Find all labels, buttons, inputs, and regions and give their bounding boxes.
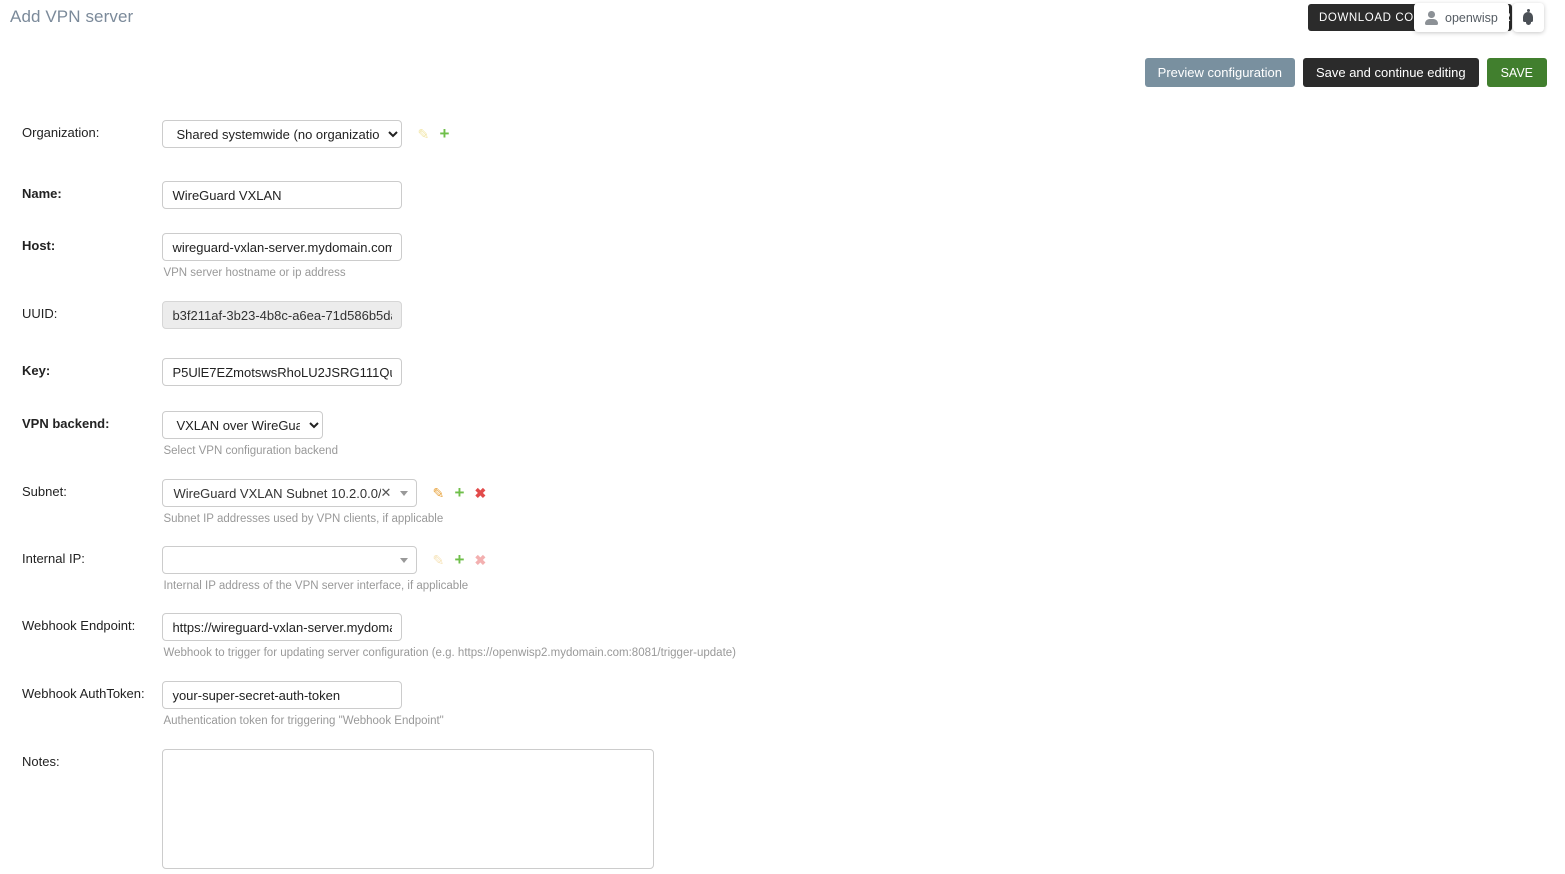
notes-textarea[interactable]: [162, 749, 655, 869]
uuid-input[interactable]: [162, 301, 403, 329]
plus-icon[interactable]: +: [453, 551, 466, 568]
host-input[interactable]: [162, 233, 403, 261]
internal-ip-select[interactable]: [162, 546, 418, 574]
pencil-icon: ✎: [432, 551, 445, 568]
vpn-backend-label: VPN backend:: [22, 416, 110, 431]
organization-actions: ✎ +: [417, 120, 451, 142]
internal-ip-help-text: Internal IP address of the VPN server in…: [163, 580, 469, 592]
internal-ip-label: Internal IP:: [22, 551, 85, 566]
webhook-endpoint-label: Webhook Endpoint:: [22, 618, 136, 633]
notes-label: Notes:: [22, 754, 60, 769]
key-label: Key:: [22, 363, 51, 378]
name-label: Name:: [22, 186, 62, 201]
form-row-subnet: Subnet: WireGuard VXLAN Subnet 10.2.0.0/…: [0, 479, 1565, 525]
form-row-organization: Organization: Shared systemwide (no orga…: [0, 120, 1565, 148]
form-actions: Preview configuration Save and continue …: [1144, 58, 1547, 87]
webhook-endpoint-input[interactable]: [162, 613, 403, 641]
save-button[interactable]: SAVE: [1486, 58, 1547, 87]
top-bar: Add VPN server DOWNLOAD CONFIGURATION RE…: [0, 0, 1565, 36]
page-title: Add VPN server: [10, 7, 134, 26]
vpn-backend-help-text: Select VPN configuration backend: [163, 445, 338, 457]
webhook-authtoken-label: Webhook AuthToken:: [22, 686, 145, 701]
subnet-selected-value: WireGuard VXLAN Subnet 10.2.0.0/16: [173, 485, 381, 501]
delete-icon: ✖: [474, 551, 487, 568]
vpn-backend-select[interactable]: VXLAN over WireGuard: [162, 411, 324, 439]
chevron-down-icon[interactable]: [400, 557, 409, 563]
form-row-vpn-backend: VPN backend: VXLAN over WireGuard Select…: [0, 411, 1565, 457]
user-icon: [1425, 11, 1438, 25]
webhook-endpoint-help-text: Webhook to trigger for updating server c…: [163, 647, 736, 659]
pencil-icon[interactable]: ✎: [417, 127, 430, 141]
organization-label: Organization:: [22, 125, 100, 140]
uuid-label: UUID:: [22, 306, 58, 321]
webhook-authtoken-help-text: Authentication token for triggering "Web…: [163, 715, 444, 727]
plus-icon[interactable]: +: [453, 484, 466, 501]
bell-icon: [1522, 9, 1535, 26]
close-icon[interactable]: ✕: [381, 485, 392, 501]
form-row-webhook-endpoint: Webhook Endpoint: Webhook to trigger for…: [0, 613, 1565, 659]
user-menu[interactable]: openwisp: [1414, 3, 1509, 32]
form-row-key: Key:: [0, 358, 1565, 386]
form-row-webhook-authtoken: Webhook AuthToken: Authentication token …: [0, 681, 1565, 727]
delete-icon[interactable]: ✖: [474, 486, 487, 500]
internal-ip-actions: ✎ + ✖: [432, 546, 487, 568]
form-row-internal-ip: Internal IP: ✎ + ✖ Internal IP address o…: [0, 546, 1565, 592]
preview-configuration-button[interactable]: Preview configuration: [1144, 58, 1295, 87]
subnet-label: Subnet:: [22, 484, 67, 499]
name-input[interactable]: [162, 181, 403, 209]
subnet-actions: ✎ + ✖: [432, 479, 487, 501]
chevron-down-icon[interactable]: [400, 490, 409, 496]
user-name-label: openwisp: [1445, 10, 1498, 25]
key-input[interactable]: [162, 358, 403, 386]
host-help-text: VPN server hostname or ip address: [163, 267, 346, 279]
vpn-server-form: Organization: Shared systemwide (no orga…: [0, 120, 1565, 874]
save-and-continue-editing-button[interactable]: Save and continue editing: [1302, 58, 1479, 87]
subnet-help-text: Subnet IP addresses used by VPN clients,…: [163, 513, 444, 525]
organization-select[interactable]: Shared systemwide (no organization): [162, 120, 403, 148]
webhook-authtoken-input[interactable]: [162, 681, 403, 709]
subnet-select[interactable]: WireGuard VXLAN Subnet 10.2.0.0/16 ✕: [162, 479, 418, 507]
pencil-icon[interactable]: ✎: [432, 486, 445, 500]
form-row-uuid: UUID:: [0, 301, 1565, 329]
plus-icon[interactable]: +: [438, 125, 451, 142]
host-label: Host:: [22, 238, 56, 253]
form-row-host: Host: VPN server hostname or ip address: [0, 233, 1565, 279]
form-row-notes: Notes:: [0, 749, 1565, 874]
notifications-button[interactable]: [1513, 3, 1544, 32]
form-row-name: Name:: [0, 181, 1565, 209]
